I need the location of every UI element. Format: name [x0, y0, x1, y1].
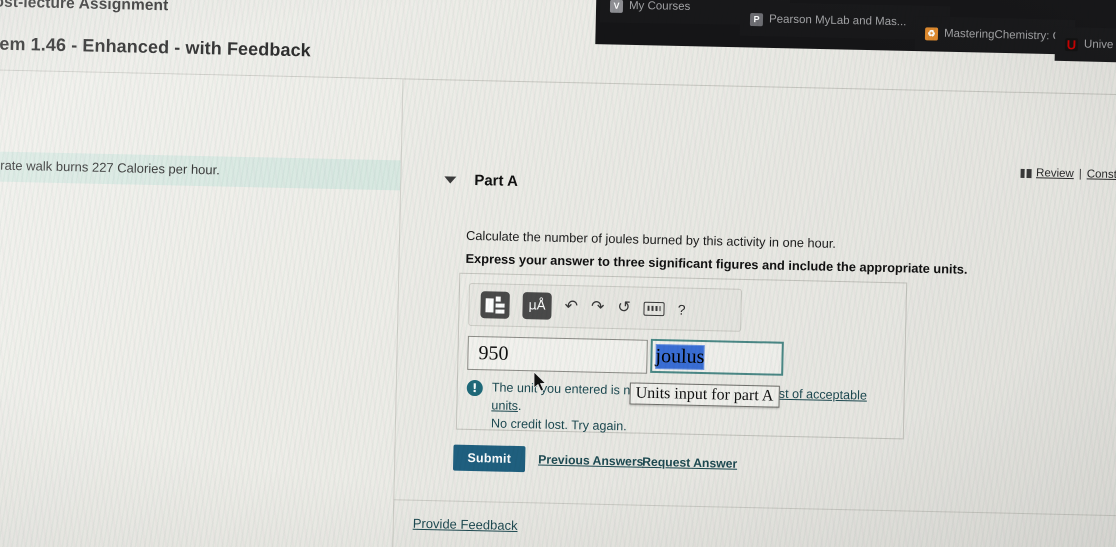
part-a-header[interactable]: Part A: [444, 171, 518, 190]
instruction-text: Express your answer to three significant…: [465, 250, 968, 277]
browser-tab-university[interactable]: U Unive ↓: [1054, 26, 1116, 64]
answer-value-input[interactable]: 950: [467, 335, 648, 374]
math-toolbar: μÅ ↶ ↷ ↺ ?: [468, 282, 743, 332]
answer-units-text: joulus: [655, 343, 705, 370]
error-line1-before: The unit you entered is n: [491, 380, 631, 398]
redo-icon[interactable]: ↷: [591, 298, 605, 315]
undo-icon[interactable]: ↶: [564, 297, 578, 314]
answer-units-input[interactable]: joulus: [650, 338, 784, 376]
previous-answers-link[interactable]: Previous Answers: [538, 452, 643, 468]
browser-tab-masteringchemistry[interactable]: ♻ MasteringChemistry: Ch...: [914, 16, 1076, 54]
units-palette-label: μÅ: [528, 298, 546, 314]
error-line2: No credit lost. Try again.: [490, 416, 627, 434]
browser-tab-label: Unive: [1083, 38, 1114, 52]
review-separator-1: |: [1078, 168, 1082, 181]
browser-tab-label: Pearson MyLab and Mas...: [768, 13, 907, 29]
part-a-label: Part A: [474, 171, 519, 190]
p-icon: P: [749, 12, 764, 26]
v-icon: V: [609, 0, 624, 13]
m-icon: ♻: [924, 26, 939, 41]
chevron-down-icon[interactable]: [444, 176, 457, 184]
problem-intro-panel: [0, 70, 403, 547]
review-constants-bar: Review | Constants |: [1019, 167, 1116, 182]
question-text: Calculate the number of joules burned by…: [465, 227, 837, 251]
mouse-cursor: [534, 372, 547, 392]
answer-entry-box: μÅ ↶ ↷ ↺ ? 950 joulus ! The unit you ent…: [455, 272, 908, 440]
provide-feedback-link[interactable]: Provide Feedback: [413, 516, 518, 533]
browser-tab-label: My Courses: [628, 0, 691, 13]
constants-link[interactable]: Constants: [1087, 168, 1116, 181]
photographed-screen: Post-lecture Assignment blem 1.46 - Enha…: [0, 0, 1116, 547]
u-icon: U: [1064, 36, 1079, 52]
page-title: blem 1.46 - Enhanced - with Feedback: [0, 33, 312, 61]
review-link[interactable]: Review: [1036, 167, 1074, 180]
help-icon[interactable]: ?: [678, 301, 686, 317]
reset-icon[interactable]: ↺: [617, 299, 631, 316]
units-input-tooltip: Units input for part A: [629, 382, 780, 408]
web-page-content: Post-lecture Assignment blem 1.46 - Enha…: [0, 0, 1116, 547]
feedback-divider: [393, 499, 1116, 517]
request-answer-link[interactable]: Request Answer: [642, 455, 737, 471]
error-icon: !: [466, 379, 483, 397]
book-icon: [1019, 168, 1032, 178]
keyboard-icon[interactable]: [643, 301, 665, 316]
error-line1-after: .: [517, 399, 522, 414]
math-template-icon[interactable]: [480, 291, 510, 319]
assignment-title: Post-lecture Assignment: [0, 0, 169, 15]
submit-button[interactable]: Submit: [452, 444, 526, 473]
units-palette-button[interactable]: μÅ: [522, 292, 552, 320]
